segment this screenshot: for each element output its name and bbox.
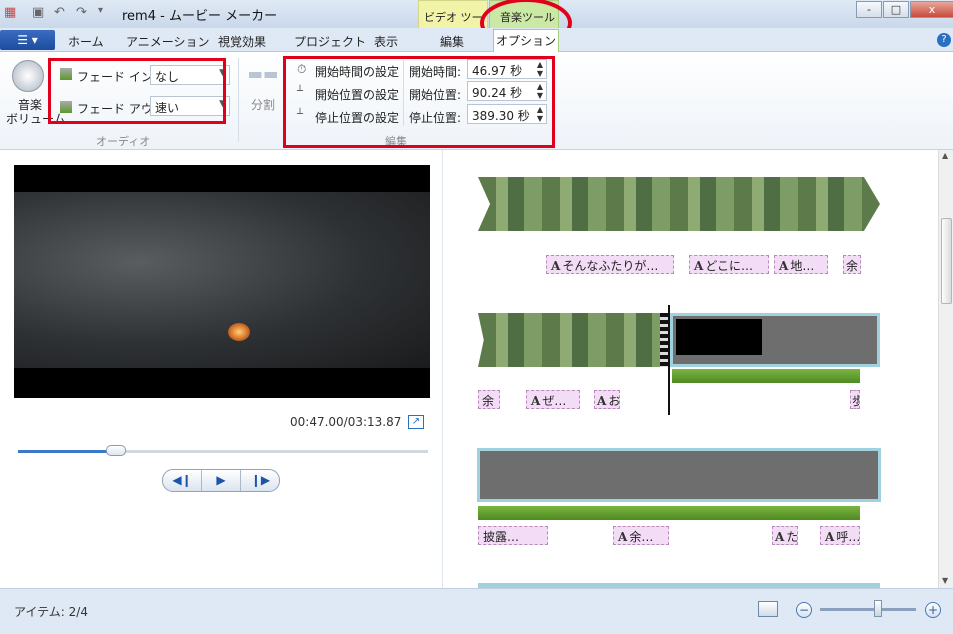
caption-item[interactable]: A 地… bbox=[774, 255, 828, 274]
split-button[interactable]: 分割 bbox=[251, 96, 275, 113]
caption-item[interactable]: A どこに… bbox=[689, 255, 769, 274]
redo-icon[interactable]: ↷ bbox=[76, 5, 87, 20]
caption-item[interactable]: 余 bbox=[843, 255, 861, 274]
vertical-scrollbar[interactable] bbox=[938, 150, 953, 588]
scroll-up-icon[interactable]: ▲ bbox=[942, 151, 948, 160]
video-clip[interactable] bbox=[478, 177, 880, 231]
app-icon: ▦ bbox=[4, 5, 17, 20]
close-button[interactable]: x bbox=[910, 1, 953, 18]
tab-animation[interactable]: アニメーション bbox=[126, 33, 210, 50]
video-clip[interactable] bbox=[478, 313, 670, 367]
timecode: 00:47.00/03:13.87 bbox=[290, 415, 402, 429]
caption-item[interactable]: A そんなふたりが… bbox=[546, 255, 674, 274]
pane-divider[interactable] bbox=[442, 150, 443, 588]
video-frame-image bbox=[14, 192, 430, 368]
menu-icon: ☰ ▾ bbox=[17, 33, 38, 47]
previous-frame-icon[interactable]: ◀❙ bbox=[163, 470, 202, 491]
caption-text: そんなふたりが… bbox=[562, 259, 659, 273]
caption-text: 余 bbox=[846, 259, 859, 273]
caption-text: ぜ… bbox=[542, 394, 567, 408]
scroll-down-icon[interactable]: ▼ bbox=[942, 576, 948, 585]
tab-project[interactable]: プロジェクト bbox=[294, 33, 366, 50]
caption-text: 余 bbox=[482, 394, 495, 408]
scrollbar-thumb[interactable] bbox=[941, 218, 952, 304]
highlight-box-audio bbox=[48, 58, 226, 124]
highlight-box-edit bbox=[283, 56, 555, 148]
caption-text: お bbox=[608, 394, 620, 408]
caption-item[interactable]: 披露… bbox=[478, 526, 548, 545]
caption-item[interactable]: A ぜ… bbox=[526, 390, 580, 409]
caption-text: 歩 bbox=[852, 394, 859, 408]
maximize-button[interactable]: □ bbox=[883, 1, 909, 18]
video-frame-highlight bbox=[228, 323, 250, 341]
caption-text: 余… bbox=[629, 530, 654, 544]
caption-item[interactable]: A 呼… bbox=[820, 526, 860, 545]
caption-item[interactable]: 歩 bbox=[850, 390, 860, 409]
customize-quickaccess-icon[interactable]: ▾ bbox=[98, 5, 103, 16]
undo-icon[interactable]: ↶ bbox=[54, 5, 65, 20]
group-separator bbox=[238, 58, 239, 142]
music-waveform[interactable] bbox=[478, 506, 860, 520]
caption-item[interactable]: 余 bbox=[478, 390, 500, 409]
zoom-slider[interactable] bbox=[820, 608, 916, 611]
playback-controls: ◀❙ ▶ ❙▶ bbox=[162, 469, 280, 492]
file-menu-button[interactable]: ☰ ▾ bbox=[0, 30, 55, 50]
selected-video-clip[interactable] bbox=[477, 448, 881, 502]
zoom-in-icon[interactable]: + bbox=[925, 602, 941, 618]
music-waveform[interactable] bbox=[672, 369, 860, 383]
zoom-slider-thumb[interactable] bbox=[873, 600, 882, 617]
speaker-icon[interactable] bbox=[12, 60, 44, 92]
caption-item[interactable]: Aた bbox=[772, 526, 798, 545]
next-frame-icon[interactable]: ❙▶ bbox=[241, 470, 280, 491]
minimize-button[interactable]: - bbox=[856, 1, 882, 18]
caption-item[interactable]: Aお bbox=[594, 390, 620, 409]
play-icon[interactable]: ▶ bbox=[202, 470, 241, 491]
tab-view[interactable]: 表示 bbox=[374, 33, 398, 50]
caption-text: 地… bbox=[790, 259, 815, 273]
zoom-out-icon[interactable]: − bbox=[796, 602, 812, 618]
split-icon bbox=[249, 72, 277, 78]
clip-thumbnail bbox=[676, 319, 762, 355]
window-title: rem4 - ムービー メーカー bbox=[122, 9, 278, 24]
seek-bar-fill bbox=[18, 450, 117, 453]
fullscreen-icon[interactable]: ↗ bbox=[408, 415, 424, 429]
tab-edit[interactable]: 編集 bbox=[440, 33, 464, 50]
seek-thumb[interactable] bbox=[106, 445, 127, 456]
thumbnail-size-icon[interactable] bbox=[758, 601, 778, 617]
save-icon[interactable]: ▣ bbox=[32, 5, 44, 20]
selected-video-clip[interactable] bbox=[670, 313, 880, 367]
caption-text: 披露… bbox=[483, 530, 520, 544]
playhead[interactable] bbox=[668, 305, 670, 415]
audio-group-label: オーディオ bbox=[96, 135, 151, 148]
tab-visual-effects[interactable]: 視覚効果 bbox=[218, 33, 266, 50]
caption-text: 呼… bbox=[836, 530, 860, 544]
item-count: アイテム: 2/4 bbox=[14, 605, 88, 619]
caption-text: た bbox=[786, 530, 798, 544]
storyboard: Aそんなふたりが… Aどこに… A地… 余 余 Aぜ… Aお 歩 披露… A余…… bbox=[448, 150, 938, 588]
tab-options[interactable]: オプション bbox=[493, 29, 559, 53]
caption-text: どこに… bbox=[705, 259, 753, 273]
tab-home[interactable]: ホーム bbox=[68, 33, 104, 50]
help-icon[interactable]: ? bbox=[937, 33, 951, 47]
caption-item[interactable]: A 余… bbox=[613, 526, 669, 545]
